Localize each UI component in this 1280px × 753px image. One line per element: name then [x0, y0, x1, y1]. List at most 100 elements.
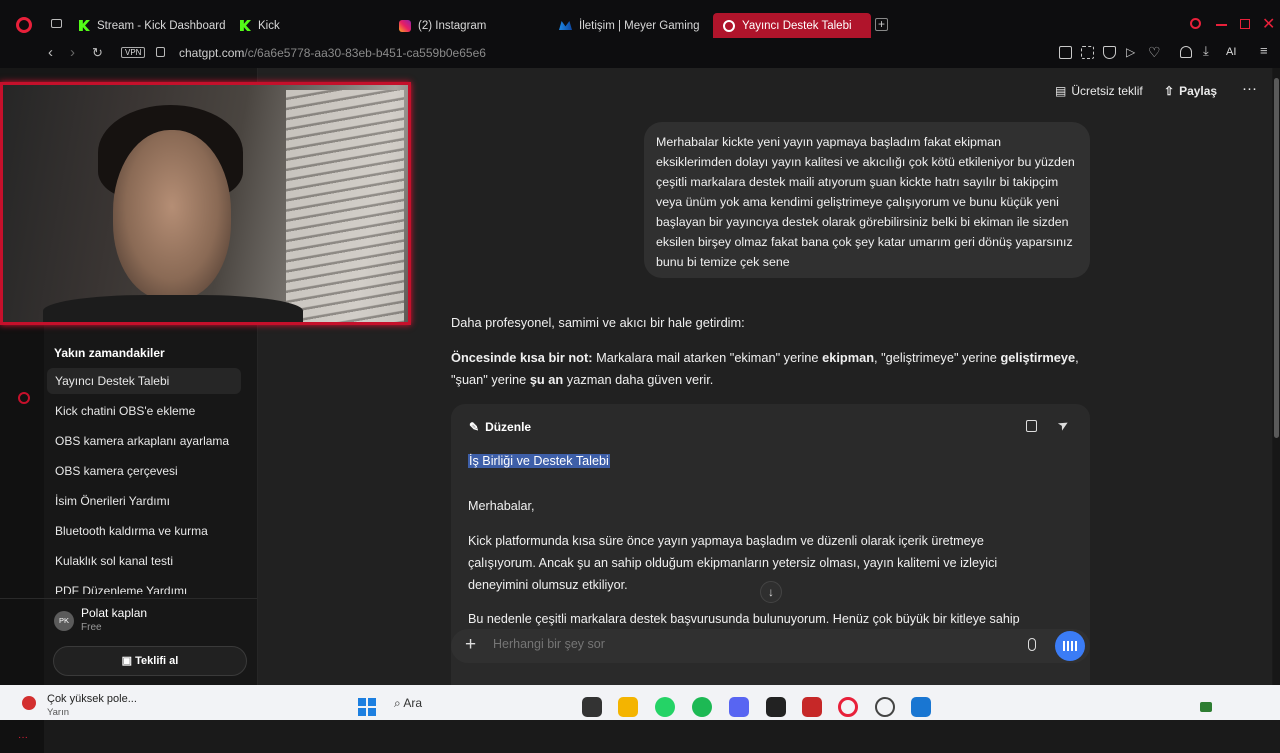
- sidebar-item-kulaklik[interactable]: Kulaklık sol kanal testi: [47, 548, 241, 574]
- profile-icon[interactable]: [1180, 46, 1192, 58]
- get-offer-button[interactable]: ▣ Teklifi al: [53, 646, 247, 676]
- spotify-icon[interactable]: [692, 697, 712, 717]
- vpn-badge[interactable]: VPN: [121, 47, 146, 58]
- opera-gx-icon[interactable]: [838, 697, 858, 717]
- tab-label: Kick: [258, 19, 280, 32]
- person-shirt: [43, 295, 303, 322]
- pencil-icon: ✎: [469, 420, 480, 434]
- shield-icon[interactable]: [1103, 46, 1116, 59]
- search-tabs-icon[interactable]: [1190, 18, 1201, 29]
- tab-instagram[interactable]: (2) Instagram: [399, 13, 486, 38]
- share-button[interactable]: ⇧ Paylaş: [1164, 84, 1217, 98]
- tab-kick[interactable]: Kick: [240, 13, 280, 38]
- note-label: Öncesinde kısa bir not:: [451, 350, 593, 365]
- note-text: yazman daha güven verir.: [563, 372, 714, 387]
- user-name[interactable]: Polat kaplan: [81, 606, 147, 620]
- canvas-greeting[interactable]: Merhabalar,: [468, 495, 1068, 517]
- browser-tab-bar: Stream - Kick Dashboard Kick (2) Instagr…: [0, 0, 1280, 40]
- sidebar-item-kick-chat[interactable]: Kick chatini OBS'e ekleme: [47, 398, 241, 424]
- canvas-paragraph[interactable]: Kick platformunda kısa süre önce yayın y…: [468, 530, 1048, 596]
- url-path: /c/6a6e5778-aa30-83eb-b451-ca559b0e65e6: [244, 46, 486, 60]
- back-icon[interactable]: ‹: [48, 44, 53, 61]
- window-blinds: [286, 90, 404, 322]
- download-icon[interactable]: ⤓: [1203, 43, 1209, 59]
- tab-label: Stream - Kick Dashboard: [97, 19, 226, 32]
- canvas-subject[interactable]: İş Birliği ve Destek Talebi: [468, 450, 1068, 472]
- chatgpt-icon: [723, 19, 735, 32]
- crop-icon[interactable]: [1081, 46, 1094, 59]
- send-icon[interactable]: ➤: [1055, 415, 1072, 434]
- edit-button[interactable]: ✎ Düzenle: [469, 420, 531, 434]
- voice-mode-button[interactable]: [1055, 631, 1085, 661]
- page-scrollbar-thumb[interactable]: [1274, 78, 1279, 438]
- new-tab-button[interactable]: +: [875, 18, 888, 31]
- free-offer-button[interactable]: ▤ Ücretsiz teklif: [1055, 84, 1143, 98]
- avatar[interactable]: PK: [54, 611, 74, 631]
- mic-icon[interactable]: [1028, 638, 1036, 651]
- reload-icon[interactable]: ↻: [92, 45, 103, 61]
- tab-meyer-gaming[interactable]: İletişim | Meyer Gaming: [559, 13, 700, 38]
- tab-kick-dashboard[interactable]: Stream - Kick Dashboard: [79, 13, 225, 38]
- plus-icon[interactable]: +: [465, 634, 476, 656]
- menu-icon[interactable]: ≡: [1260, 43, 1268, 58]
- meyer-icon: [559, 21, 572, 30]
- discord-icon[interactable]: [729, 697, 749, 717]
- lock-icon[interactable]: [156, 47, 165, 57]
- tab-label: İletişim | Meyer Gaming: [579, 19, 700, 32]
- prompt-input[interactable]: [493, 637, 993, 651]
- note-bold: şu an: [529, 372, 564, 387]
- edit-label: Düzenle: [485, 420, 532, 434]
- composer: +: [451, 629, 1090, 663]
- sidebar-item-isim-onerileri[interactable]: İsim Önerileri Yardımı: [47, 488, 241, 514]
- heart-icon[interactable]: ♡: [1148, 44, 1161, 61]
- share-label: Paylaş: [1179, 84, 1218, 98]
- epic-games-icon[interactable]: [766, 697, 786, 717]
- taskbar-search-label: Ara: [403, 696, 423, 710]
- windows-start-icon[interactable]: [358, 698, 376, 716]
- mail-icon[interactable]: [911, 697, 931, 717]
- copy-icon[interactable]: [1026, 420, 1037, 432]
- terminal-icon[interactable]: [582, 697, 602, 717]
- tray-icon[interactable]: [1200, 702, 1212, 712]
- play-icon[interactable]: ▷: [1126, 45, 1135, 59]
- more-icon[interactable]: ···: [18, 732, 28, 743]
- sidebar-divider: [0, 598, 257, 599]
- opera-logo-icon[interactable]: [16, 17, 32, 33]
- weather-alert-icon[interactable]: [22, 696, 36, 710]
- notification-title[interactable]: Çok yüksek pole...: [47, 693, 137, 705]
- more-options-icon[interactable]: ···: [1242, 80, 1257, 97]
- app-icon[interactable]: [802, 697, 822, 717]
- close-icon[interactable]: ✕: [1262, 14, 1275, 34]
- get-offer-label: Teklifi al: [135, 655, 179, 667]
- scroll-down-button[interactable]: ↓: [760, 581, 782, 603]
- snapshot-icon[interactable]: [1059, 46, 1072, 59]
- sidebar-item-yayinci-destek[interactable]: Yayıncı Destek Talebi: [47, 368, 241, 394]
- sidebar-item-obs-arkaplan[interactable]: OBS kamera arkaplanı ayarlama: [47, 428, 241, 454]
- note-text: Markalara mail atarken "ekiman" yerine: [592, 350, 823, 365]
- instagram-icon: [399, 19, 411, 32]
- ai-button[interactable]: AI: [1226, 46, 1236, 58]
- waveform-icon: [1063, 641, 1077, 651]
- settings-icon[interactable]: [18, 392, 30, 404]
- user-plan: Free: [81, 622, 102, 633]
- canvas-paragraph[interactable]: Bu nedenle çeşitli markalara destek başv…: [468, 608, 1090, 630]
- tab-yayinci-destek[interactable]: Yayıncı Destek Talebi: [713, 13, 871, 38]
- notification-subtitle: Yarın: [47, 707, 70, 718]
- forward-icon[interactable]: ›: [70, 44, 75, 61]
- file-explorer-icon[interactable]: [618, 697, 638, 717]
- kick-icon: [79, 20, 90, 31]
- tab-overview-icon[interactable]: [51, 19, 62, 28]
- note-bold: ekipman: [822, 350, 875, 365]
- url-field[interactable]: chatgpt.com/c/6a6e5778-aa30-83eb-b451-ca…: [179, 46, 486, 60]
- sidebar-item-pdf[interactable]: PDF Düzenleme Yardımı: [47, 578, 241, 594]
- sidebar-item-bluetooth[interactable]: Bluetooth kaldırma ve kurma: [47, 518, 241, 544]
- response-note: Öncesinde kısa bir not: Markalara mail a…: [451, 347, 1091, 391]
- sidebar-item-obs-cerceve[interactable]: OBS kamera çerçevesi: [47, 458, 241, 484]
- taskbar-search[interactable]: ⌕ Ara: [394, 696, 422, 711]
- tab-label: Yayıncı Destek Talebi: [742, 19, 852, 32]
- obs-icon[interactable]: [875, 697, 895, 717]
- maximize-icon[interactable]: [1240, 19, 1250, 29]
- minimize-icon[interactable]: [1216, 24, 1227, 26]
- whatsapp-icon[interactable]: [655, 697, 675, 717]
- gift-icon: ▤: [1055, 84, 1067, 98]
